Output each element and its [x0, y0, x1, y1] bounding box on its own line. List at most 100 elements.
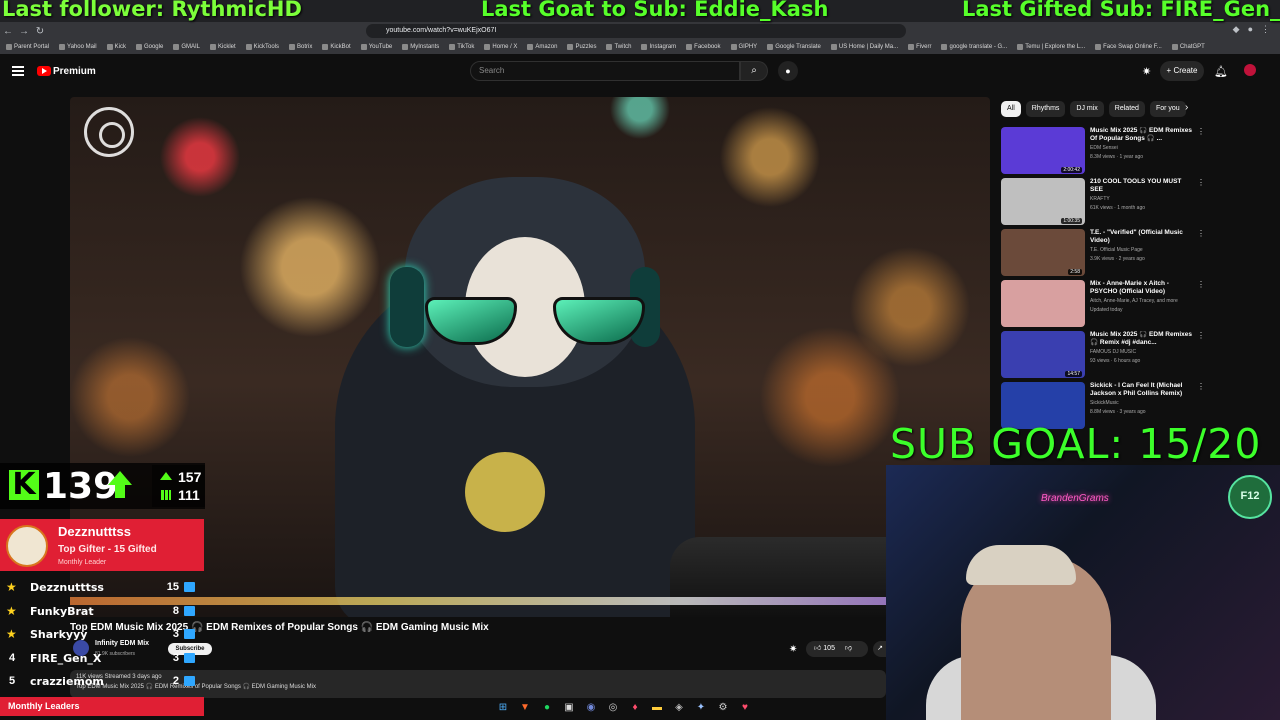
thumbs-down-icon[interactable]: 👎︎ — [845, 645, 852, 652]
bookmark-item[interactable]: Yahoo Mail — [59, 44, 97, 50]
forward-icon[interactable]: → — [16, 26, 32, 37]
up-arrow-icon — [160, 472, 172, 480]
bookmark-item[interactable]: Fiverr — [908, 44, 931, 50]
youtube-logo-icon[interactable] — [37, 66, 51, 76]
leaderboard-row: 4 FIRE_Gen_X 3 — [0, 648, 204, 672]
bookmark-item[interactable]: KickBot — [322, 44, 351, 50]
more-options-icon[interactable]: ⋮ — [1197, 331, 1205, 340]
bookmark-favicon-icon — [908, 44, 915, 50]
filter-chip[interactable]: Rhythms — [1025, 101, 1066, 117]
bookmark-item[interactable]: GMAIL — [173, 44, 200, 50]
channel-watermark-icon[interactable] — [84, 107, 134, 157]
search-button[interactable]: ⌕ — [740, 61, 768, 81]
video-duration: 2:00:42 — [1061, 167, 1082, 173]
bookmark-item[interactable]: ChatGPT — [1171, 44, 1205, 50]
extension-icons: ◆ ● ⋮ — [1233, 24, 1270, 35]
controller-icon[interactable]: ◈ — [671, 701, 687, 715]
notifications-bell-icon[interactable]: 🔔︎ — [1214, 65, 1228, 78]
bookmark-label: TikTok — [457, 44, 475, 50]
brave-browser-icon[interactable]: ▼ — [517, 701, 533, 715]
extension-gear-icon[interactable]: ✷ — [1142, 65, 1151, 78]
browser-menu-icon[interactable]: ⋮ — [1261, 24, 1270, 35]
kick-gaming-logo-icon: F12 — [1228, 475, 1272, 519]
bookmark-item[interactable]: TikTok — [449, 44, 474, 50]
address-bar[interactable]: youtube.com/watch?v=wuKEjxO67I — [366, 24, 906, 38]
bookmark-item[interactable]: Face Swap Online F... — [1095, 44, 1162, 50]
filter-chip[interactable]: Related — [1108, 101, 1145, 117]
back-icon[interactable]: ← — [0, 26, 16, 37]
bookmark-item[interactable]: Kicklet — [209, 44, 236, 50]
extension-gear-icon[interactable]: ✷ — [789, 644, 797, 655]
bookmark-favicon-icon — [641, 44, 648, 50]
more-options-icon[interactable]: ⋮ — [1197, 127, 1205, 136]
video-player[interactable] — [70, 97, 990, 617]
more-options-icon[interactable]: ⋮ — [1197, 229, 1205, 238]
bookmark-item[interactable]: Google Translate — [767, 44, 821, 50]
youtube-brand[interactable]: Premium — [53, 66, 96, 77]
recommendation-item[interactable]: Mix - Anne-Marie x Aitch - PSYCHO (Offic… — [1001, 278, 1206, 329]
bookmark-item[interactable]: Instagram — [641, 44, 676, 50]
location-icon[interactable]: ♥ — [737, 701, 753, 715]
more-options-icon[interactable]: ⋮ — [1197, 178, 1205, 187]
bookmark-item[interactable]: Google — [135, 44, 163, 50]
youtube-header: Premium Search ⌕ ● ✷ + Create 🔔︎ — [0, 56, 1280, 88]
recommendation-item[interactable]: 2:00:42 Music Mix 2025 🎧 EDM Remixes Of P… — [1001, 125, 1206, 176]
bookmark-item[interactable]: US Home | Daily Ma... — [830, 44, 898, 50]
bookmark-item[interactable]: Kick — [106, 44, 126, 50]
share-button[interactable]: ↗ — [873, 641, 887, 657]
bookmark-item[interactable]: Parent Portal — [6, 44, 49, 50]
bookmark-item[interactable]: google translate - G... — [941, 44, 1007, 50]
steam-icon[interactable]: ✦ — [693, 701, 709, 715]
hamburger-menu-icon[interactable] — [12, 66, 24, 76]
settings-gear-icon[interactable]: ⚙ — [715, 701, 731, 715]
create-button[interactable]: + Create — [1160, 61, 1204, 81]
filter-chip[interactable]: DJ mix — [1070, 101, 1104, 117]
profile-icon[interactable]: ● — [1248, 24, 1253, 35]
app-icon[interactable]: ▣ — [561, 701, 577, 715]
windows-start-icon[interactable]: ⊞ — [495, 701, 511, 715]
browser-toolbar: ← → ↻ youtube.com/watch?v=wuKEjxO67I ◆ ●… — [0, 22, 1280, 40]
map-pin-icon[interactable]: ♦ — [627, 701, 643, 715]
account-avatar[interactable] — [1244, 64, 1256, 76]
like-button[interactable]: 👍︎ 105 👎︎ — [806, 641, 868, 657]
bookmark-item[interactable]: KickTools — [245, 44, 279, 50]
folder-icon[interactable]: ▬ — [649, 701, 665, 715]
leaderboard-name: FIRE_Gen_X — [30, 651, 102, 665]
glasses-lens — [425, 297, 517, 345]
microphone-icon: ● — [785, 66, 791, 76]
spotify-icon[interactable]: ● — [539, 701, 555, 715]
hoodie-logo-image — [465, 452, 545, 532]
voice-search-button[interactable]: ● — [778, 61, 798, 81]
star-icon: ★ — [6, 627, 17, 641]
bookmark-favicon-icon — [1171, 44, 1178, 50]
bookmark-item[interactable]: Home / X — [484, 44, 517, 50]
filter-chip[interactable]: All — [1001, 101, 1021, 117]
bookmark-label: Facebook — [694, 44, 721, 50]
bookmark-item[interactable]: Puzzles — [567, 44, 596, 50]
video-thumbnail[interactable] — [1001, 280, 1085, 327]
bookmark-item[interactable]: YouTube — [360, 44, 392, 50]
bookmark-item[interactable]: GIPHY — [730, 44, 757, 50]
bookmark-item[interactable]: Temu | Explore the L... — [1017, 44, 1085, 50]
glasses-lens — [553, 297, 645, 345]
top-gifter-subtitle: Top Gifter - 15 Gifted — [58, 544, 157, 555]
filter-chip[interactable]: For you — [1149, 101, 1186, 117]
obs-icon[interactable]: ◎ — [605, 701, 621, 715]
thumbs-up-icon: 👍︎ — [814, 645, 822, 652]
recommendation-item[interactable]: 1:00:35 210 COOL TOOLS YOU MUST SEE KRAFTY… — [1001, 176, 1206, 227]
sub-goal-overlay: SUB GOAL: 15/20 — [890, 420, 1262, 468]
discord-icon[interactable]: ◉ — [583, 701, 599, 715]
more-options-icon[interactable]: ⋮ — [1197, 382, 1205, 391]
bookmark-item[interactable]: Botrix — [289, 44, 312, 50]
reload-icon[interactable]: ↻ — [32, 26, 48, 37]
search-input[interactable]: Search — [470, 61, 740, 81]
extension-icon[interactable]: ◆ — [1233, 24, 1240, 35]
recommendation-item[interactable]: 2:58 T.E. - "Verified" (Official Music Vi… — [1001, 227, 1206, 278]
bookmark-item[interactable]: Twitch — [606, 44, 631, 50]
recommendation-item[interactable]: 14:57 Music Mix 2025 🎧 EDM Remixes 🎧 Remi… — [1001, 329, 1206, 380]
bookmark-item[interactable]: MyInstants — [402, 44, 439, 50]
bookmark-item[interactable]: Facebook — [686, 44, 721, 50]
bookmark-item[interactable]: Amazon — [527, 44, 557, 50]
more-options-icon[interactable]: ⋮ — [1197, 280, 1205, 289]
chevron-right-icon[interactable]: › — [1185, 102, 1188, 113]
